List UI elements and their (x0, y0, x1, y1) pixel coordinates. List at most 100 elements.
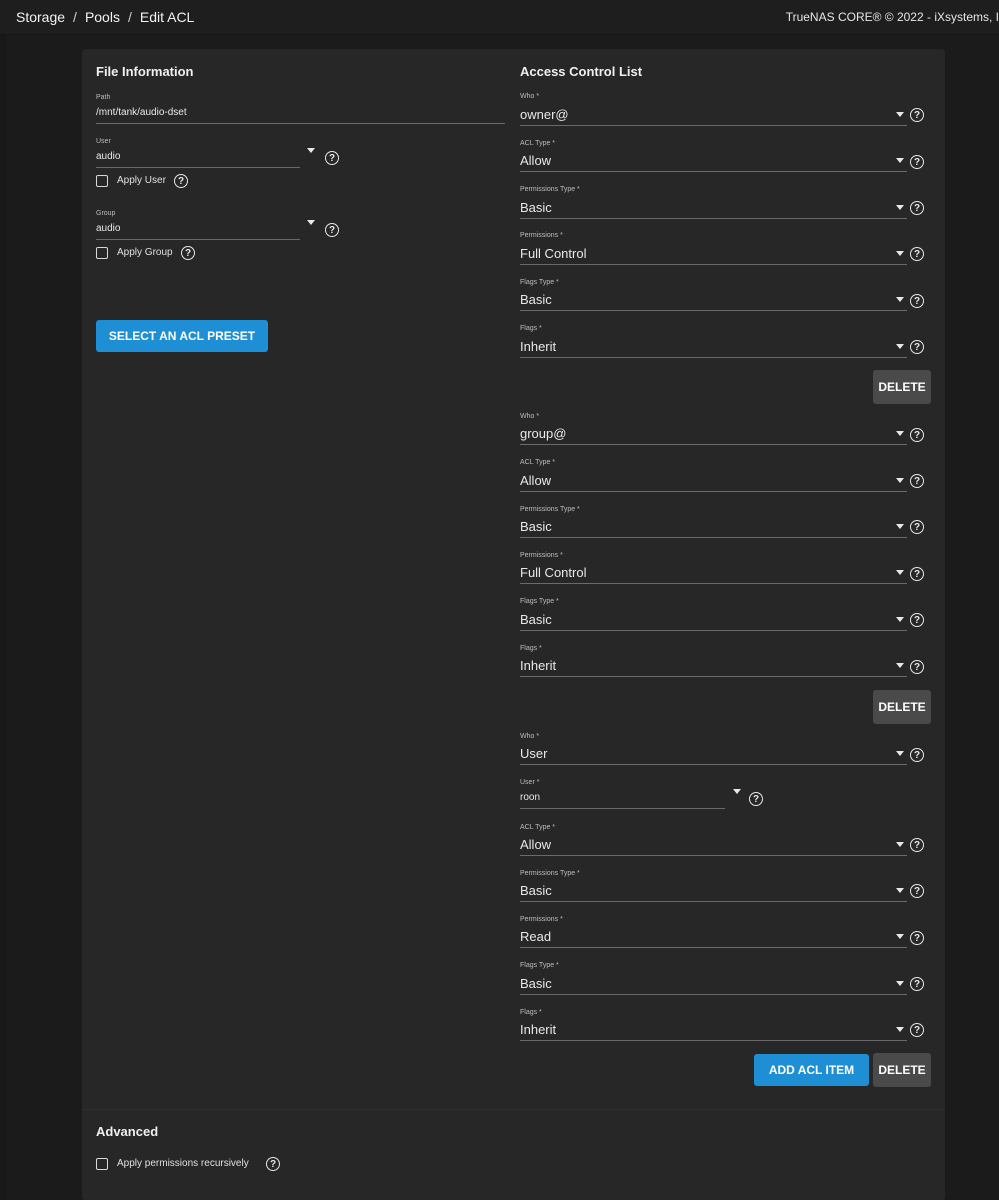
field-underline (520, 901, 907, 902)
apply-user-label[interactable]: Apply User (117, 175, 166, 186)
path-label: Path (96, 94, 111, 101)
delete-acl-item-button[interactable]: DELETE (873, 690, 931, 724)
chevron-down-icon[interactable] (896, 981, 904, 986)
help-icon[interactable]: ? (325, 151, 339, 165)
chevron-down-icon[interactable] (896, 205, 904, 210)
help-icon[interactable]: ? (910, 155, 924, 169)
chevron-down-icon[interactable] (896, 431, 904, 436)
field-value: group@ (520, 426, 567, 441)
delete-acl-item-button[interactable]: DELETE (873, 1053, 931, 1087)
help-icon[interactable]: ? (910, 520, 924, 534)
file-information-title: File Information (96, 64, 194, 79)
chevron-down-icon[interactable] (896, 888, 904, 893)
help-icon[interactable]: ? (910, 838, 924, 852)
field-value: Allow (520, 837, 552, 852)
field-underline (520, 764, 907, 765)
breadcrumb-pools[interactable]: Pools (85, 9, 120, 25)
field-value: roon (520, 792, 541, 803)
help-icon[interactable]: ? (749, 792, 763, 806)
group-value: audio (96, 223, 121, 234)
field-underline (520, 264, 907, 265)
apply-user-checkbox[interactable] (96, 175, 108, 187)
help-icon[interactable]: ? (181, 246, 195, 260)
select-acl-preset-button[interactable]: SELECT AN ACL PRESET (96, 320, 268, 352)
help-icon[interactable]: ? (266, 1157, 280, 1171)
chevron-down-icon[interactable] (896, 617, 904, 622)
field-label: Who * (520, 93, 540, 100)
chevron-down-icon[interactable] (896, 842, 904, 847)
field-value: Basic (520, 612, 552, 627)
top-bar: Storage / Pools / Edit ACL TrueNAS CORE® © 2… (0, 0, 999, 35)
delete-acl-item-button[interactable]: DELETE (873, 370, 931, 404)
help-icon[interactable]: ? (910, 108, 924, 122)
chevron-down-icon[interactable] (733, 789, 741, 794)
field-label: Permissions * (520, 916, 563, 923)
chevron-down-icon[interactable] (896, 112, 904, 117)
help-icon[interactable]: ? (910, 294, 924, 308)
chevron-down-icon[interactable] (896, 663, 904, 668)
help-icon[interactable]: ? (910, 247, 924, 261)
chevron-down-icon[interactable] (896, 251, 904, 256)
apply-group-label[interactable]: Apply Group (117, 247, 173, 258)
apply-recursively-checkbox[interactable] (96, 1158, 108, 1170)
field-value: User (520, 746, 548, 761)
breadcrumb-separator: / (73, 9, 77, 25)
chevron-down-icon[interactable] (896, 158, 904, 163)
help-icon[interactable]: ? (910, 660, 924, 674)
path-underline (96, 123, 505, 124)
field-value: Inherit (520, 658, 557, 673)
user-value: audio (96, 151, 121, 162)
help-icon[interactable]: ? (910, 1023, 924, 1037)
chevron-down-icon[interactable] (307, 220, 315, 225)
field-label: Permissions Type * (520, 870, 580, 877)
field-underline (520, 444, 907, 445)
field-underline (520, 808, 725, 809)
chevron-down-icon[interactable] (896, 478, 904, 483)
apply-recursively-label[interactable]: Apply permissions recursively (117, 1158, 249, 1169)
chevron-down-icon[interactable] (896, 524, 904, 529)
help-icon[interactable]: ? (910, 613, 924, 627)
chevron-down-icon[interactable] (896, 1027, 904, 1032)
field-label: User * (520, 779, 540, 786)
help-icon[interactable]: ? (910, 567, 924, 581)
help-icon[interactable]: ? (174, 174, 188, 188)
help-icon[interactable]: ? (910, 474, 924, 488)
field-label: Flags * (520, 325, 542, 332)
help-icon[interactable]: ? (910, 428, 924, 442)
help-icon[interactable]: ? (910, 884, 924, 898)
help-icon[interactable]: ? (910, 977, 924, 991)
help-icon[interactable]: ? (910, 748, 924, 762)
field-value: Allow (520, 153, 552, 168)
help-icon[interactable]: ? (910, 201, 924, 215)
acl-editor-card (82, 49, 945, 1200)
field-label: Who * (520, 733, 540, 740)
field-label: Permissions * (520, 552, 563, 559)
chevron-down-icon[interactable] (896, 570, 904, 575)
help-icon[interactable]: ? (325, 223, 339, 237)
field-underline (520, 537, 907, 538)
group-label: Group (96, 210, 116, 217)
chevron-down-icon[interactable] (896, 297, 904, 302)
apply-group-checkbox[interactable] (96, 247, 108, 259)
chevron-down-icon[interactable] (896, 934, 904, 939)
help-icon[interactable]: ? (910, 340, 924, 354)
access-control-list-title: Access Control List (520, 64, 643, 79)
field-label: Flags Type * (520, 598, 559, 605)
chevron-down-icon[interactable] (896, 751, 904, 756)
field-label: Flags Type * (520, 962, 559, 969)
field-value: Allow (520, 473, 552, 488)
add-acl-item-button[interactable]: ADD ACL ITEM (754, 1054, 869, 1086)
help-icon[interactable]: ? (910, 931, 924, 945)
field-value: Basic (520, 200, 552, 215)
breadcrumb-storage[interactable]: Storage (16, 9, 65, 25)
field-label: Permissions * (520, 232, 563, 239)
field-underline (520, 357, 907, 358)
field-underline (520, 218, 907, 219)
field-label: Flags Type * (520, 279, 559, 286)
chevron-down-icon[interactable] (896, 344, 904, 349)
chevron-down-icon[interactable] (307, 148, 315, 153)
field-underline (520, 125, 907, 126)
field-label: Flags * (520, 1009, 542, 1016)
field-label: Who * (520, 413, 540, 420)
field-value: Inherit (520, 339, 557, 354)
